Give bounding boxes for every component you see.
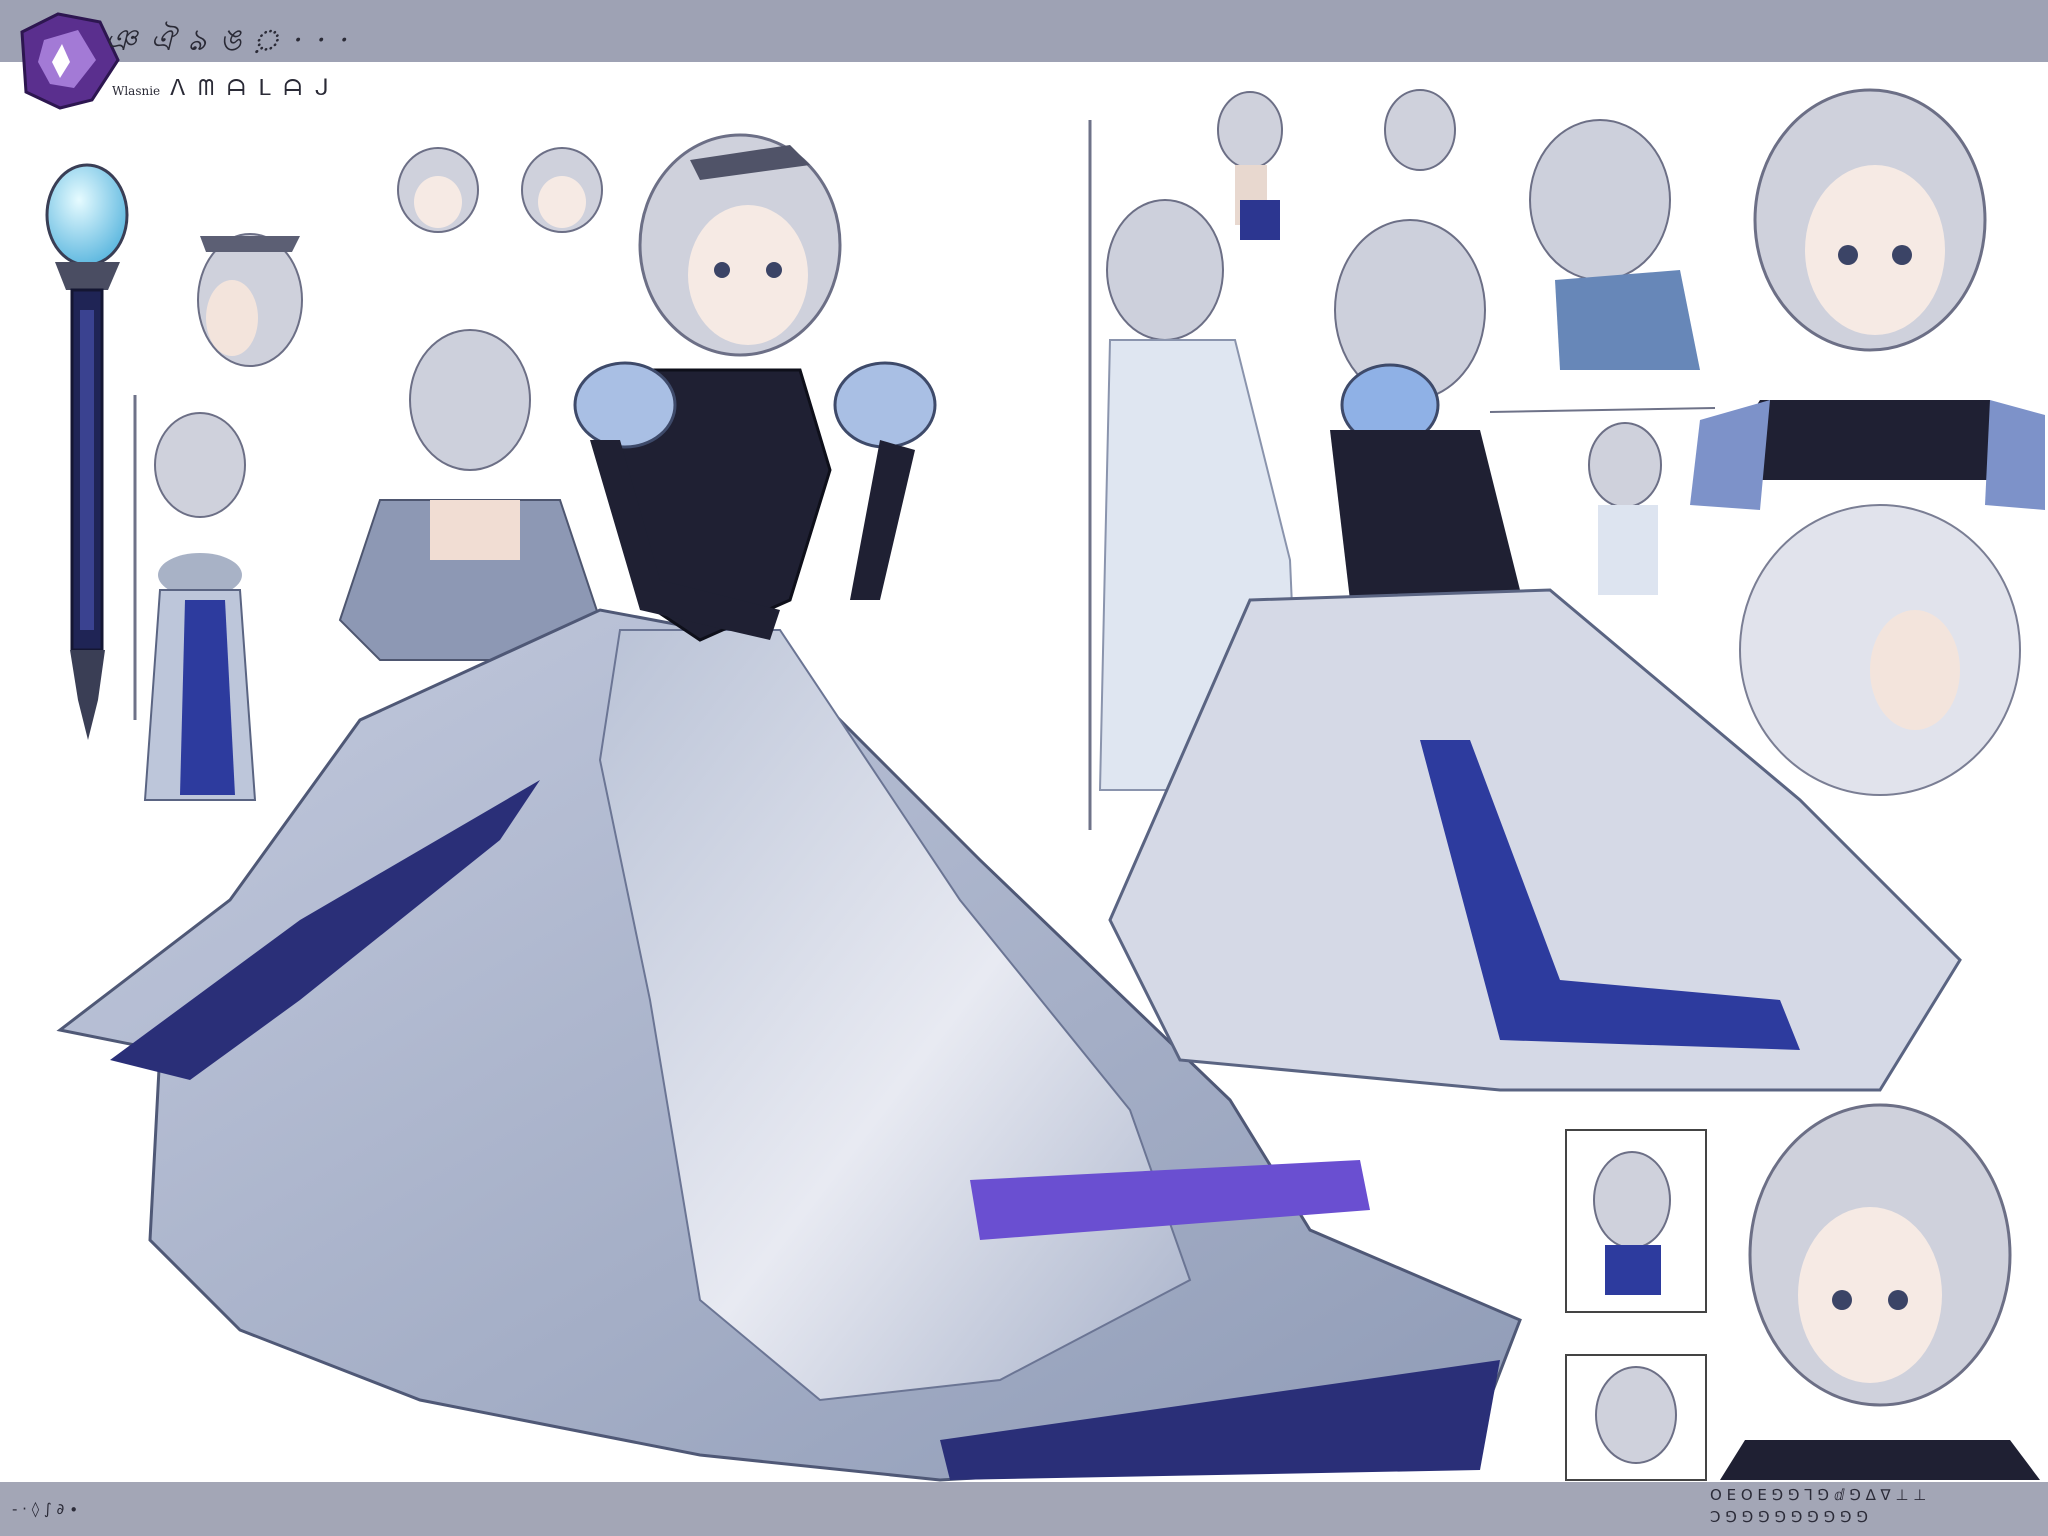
head-study-front-2 [521, 147, 603, 233]
thumbnail-figure-2 [1595, 1366, 1677, 1464]
staff-icon [45, 163, 137, 740]
chibi-study-1 [1217, 91, 1283, 240]
footer-right-text: Ο Ε Ο Ε ⅁ ⅁ ⅂ ⅁ ⅆ ⅁ ∆ ∇ ⊥ ⊥ Ↄ ⅁ ⅁ ⅁ ⅁ ⅁ … [1710, 1484, 1926, 1528]
head-study-profile-right [1529, 119, 1700, 370]
sheet-title: ঞ ঐ ঌ ঙ ় · · · [105, 23, 352, 58]
thumbnail-figure-1 [1593, 1151, 1671, 1295]
head-study-back [154, 412, 246, 518]
emblem-icon [20, 12, 120, 110]
portrait-right-top [1690, 88, 2045, 510]
mini-figure-right [1588, 422, 1662, 595]
character-sheet-artwork [20, 12, 2045, 1482]
footer-right-line-1: Ο Ε Ο Ε ⅁ ⅁ ⅂ ⅁ ⅆ ⅁ ∆ ∇ ⊥ ⊥ [1710, 1486, 1927, 1504]
mini-full-body-left [143, 553, 257, 801]
back-view-bust [338, 329, 602, 661]
chibi-study-2 [1384, 89, 1456, 171]
subtitle-text: ᐱ ᗰ ᗩ ᒪ ᗩ ᒍ [170, 76, 332, 101]
portrait-right-bottom [1720, 1103, 2040, 1480]
footer-right-line-2: Ↄ ⅁ ⅁ ⅁ ⅁ ⅁ ⅁ ⅁ ⅁ ⅁ [1710, 1508, 1869, 1526]
head-study-front-1 [397, 147, 479, 233]
portrait-right-back [1739, 504, 2021, 796]
head-study-side [197, 233, 303, 367]
sheet-subtitle: Wlasnie ᐱ ᗰ ᗩ ᒪ ᗩ ᒍ [112, 76, 332, 101]
subtitle-small-text: Wlasnie [112, 84, 161, 98]
footer-left-text: - · ◊ ∫ ∂ ∙ [12, 1500, 79, 1518]
